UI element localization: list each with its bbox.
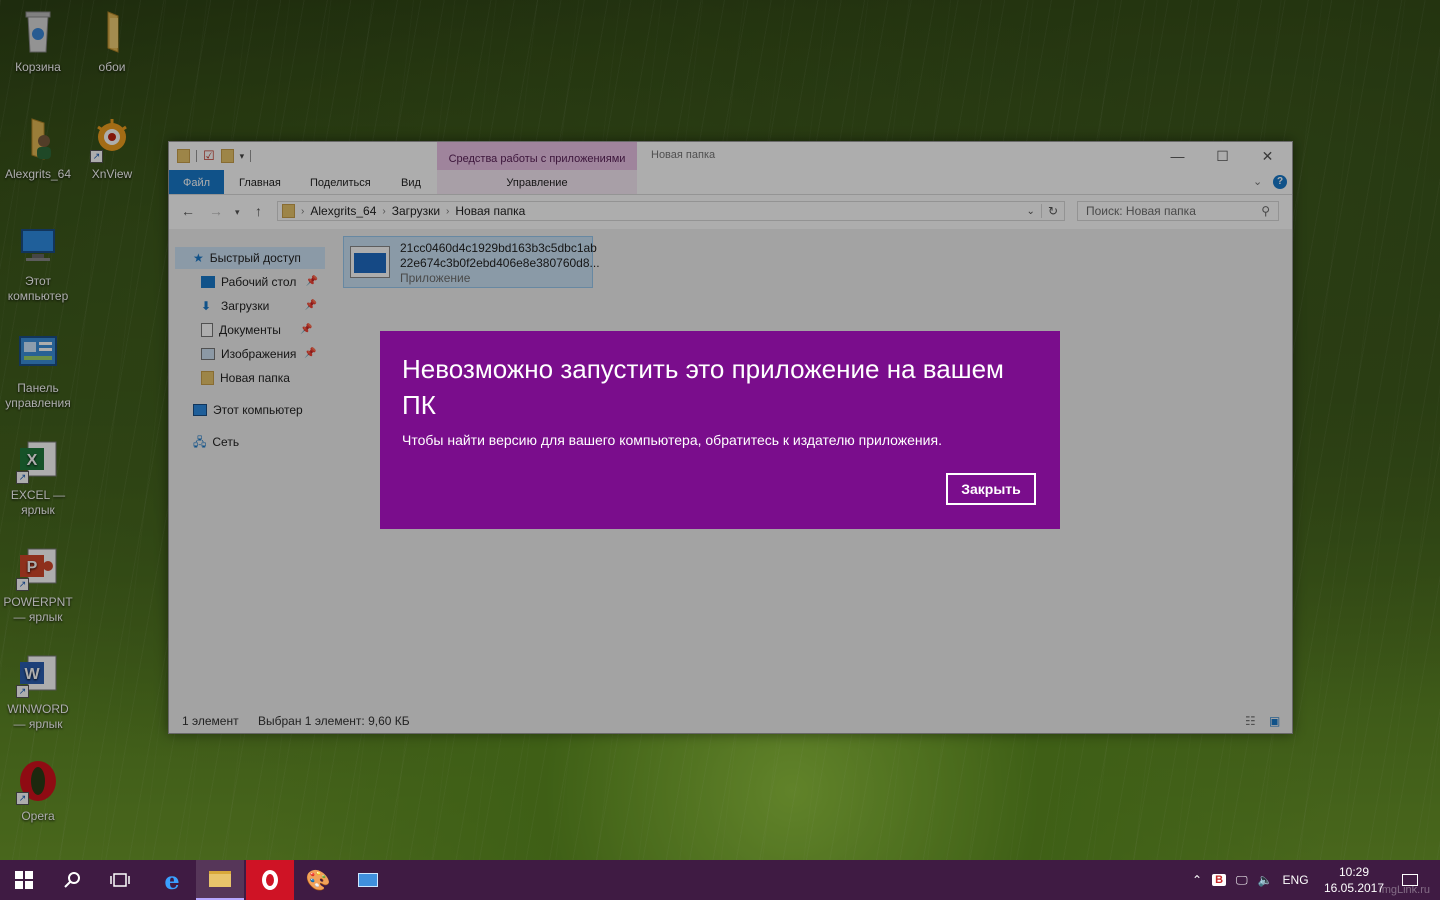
paint-palette-icon: 🎨 xyxy=(305,869,331,892)
taskbar-opera[interactable] xyxy=(246,860,294,900)
window-app-icon xyxy=(358,873,378,887)
task-view-icon xyxy=(110,873,130,887)
desktop: Корзина обои Alexgrits_64 ↗ XnView Этот … xyxy=(0,0,1440,860)
dialog-message: Чтобы найти версию для вашего компьютера… xyxy=(402,432,942,448)
taskbar: e 🎨 ⌃ B 🖵 🔈 ENG 10:29 16.05.2017 xyxy=(0,860,1440,900)
search-button[interactable] xyxy=(48,860,96,900)
file-explorer-icon xyxy=(209,871,231,887)
watermark: ImgLink.ru xyxy=(1378,884,1430,896)
taskbar-file-explorer[interactable] xyxy=(196,860,244,900)
system-tray: ⌃ B 🖵 🔈 ENG xyxy=(1192,860,1309,900)
taskbar-ie[interactable]: e xyxy=(148,860,196,900)
vk-app-icon[interactable]: B xyxy=(1212,874,1227,886)
internet-explorer-icon: e xyxy=(164,865,180,895)
taskbar-paint[interactable]: 🎨 xyxy=(294,860,342,900)
taskbar-app[interactable] xyxy=(344,860,392,900)
opera-icon xyxy=(262,870,278,890)
smartscreen-dialog: Невозможно запустить это приложение на в… xyxy=(380,331,1060,529)
clock-time: 10:29 xyxy=(1338,865,1370,879)
dialog-title: Невозможно запустить это приложение на в… xyxy=(402,354,1004,420)
network-icon[interactable]: 🖵 xyxy=(1236,873,1248,888)
volume-icon[interactable]: 🔈 xyxy=(1258,873,1273,887)
clock-date: 16.05.2017 xyxy=(1323,881,1385,895)
start-button[interactable] xyxy=(0,860,48,900)
clock[interactable]: 10:29 16.05.2017 xyxy=(1322,864,1386,896)
close-dialog-button[interactable]: Закрыть xyxy=(946,473,1036,505)
language-indicator[interactable]: ENG xyxy=(1283,873,1309,887)
search-icon xyxy=(64,872,80,888)
windows-logo-icon xyxy=(15,871,33,889)
task-view-button[interactable] xyxy=(96,860,144,900)
chevron-up-icon[interactable]: ⌃ xyxy=(1192,873,1202,887)
